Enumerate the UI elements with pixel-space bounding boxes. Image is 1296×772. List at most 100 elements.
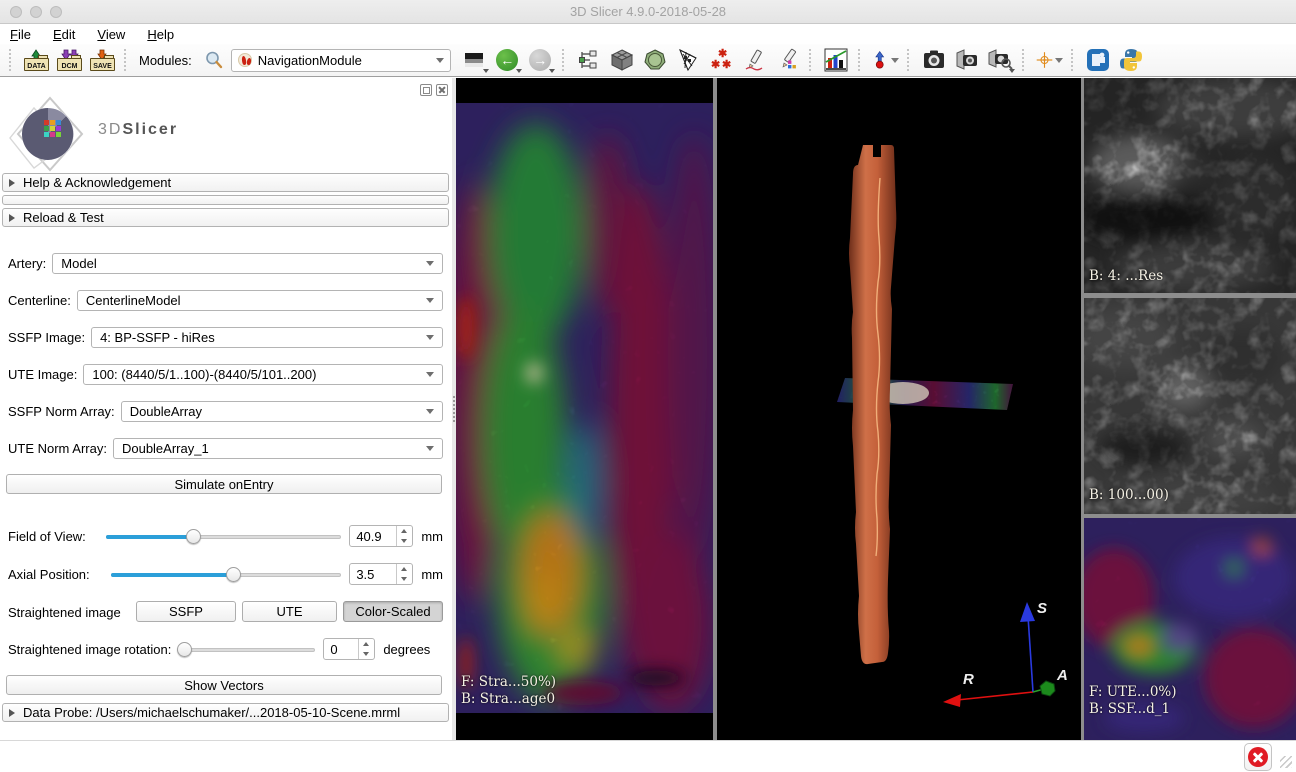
toolbar-grip[interactable] [124, 49, 130, 71]
chevron-down-icon [426, 298, 434, 303]
threed-view[interactable]: . R A S [717, 78, 1081, 740]
scene-view-button[interactable] [954, 47, 981, 73]
save-button[interactable]: SAVE [89, 47, 116, 73]
markups-button[interactable]: ✱ ✱ ✱ [708, 47, 735, 73]
toolbar-grip[interactable] [562, 49, 568, 71]
chevron-down-icon [549, 69, 555, 73]
show-vectors-button[interactable]: Show Vectors [6, 675, 442, 695]
toolbar-grip[interactable] [1071, 49, 1077, 71]
ssfp-norm-row: SSFP Norm Array: DoubleArray [8, 400, 443, 422]
field-of-view-row: Field of View: 40.9 mm [8, 525, 443, 547]
ssfp-image-combobox[interactable]: 4: BP-SSFP - hiRes [91, 327, 443, 348]
ute-norm-label: UTE Norm Array: [8, 441, 107, 456]
centerline-row: Centerline: CenterlineModel [8, 289, 443, 311]
toolbar-grip[interactable] [809, 49, 815, 71]
slice-corner-annotation: B: 100...00) [1089, 487, 1169, 504]
subject-hierarchy-button[interactable] [576, 47, 603, 73]
artery-row: Artery: Model [8, 252, 443, 274]
ute-button[interactable]: UTE [242, 601, 337, 622]
menu-edit[interactable]: Edit [53, 27, 75, 42]
spin-down-icon[interactable] [397, 574, 412, 584]
menu-file[interactable]: File [10, 27, 31, 42]
undock-panel-icon[interactable] [420, 84, 432, 96]
load-dicom-button[interactable]: DCM [56, 47, 83, 73]
spin-up-icon[interactable] [397, 526, 412, 536]
navigation-module-icon [238, 53, 252, 67]
history-back-button[interactable]: ← [494, 47, 521, 73]
crop-volume-button[interactable] [642, 47, 669, 73]
green-sphere-icon [643, 48, 667, 72]
ssfp-button[interactable]: SSFP [136, 601, 236, 622]
spin-up-icon[interactable] [397, 564, 412, 574]
main-toolbar: DATA DCM SAVE Modules: [0, 44, 1296, 77]
toolbar-grip[interactable] [858, 49, 864, 71]
toolbar-grip[interactable] [1022, 49, 1028, 71]
spin-down-icon[interactable] [359, 649, 374, 659]
screenshot-button[interactable] [921, 47, 948, 73]
vessel-model: . R A S [717, 78, 1081, 740]
help-acknowledgement-section[interactable]: Help & Acknowledgement [2, 173, 449, 192]
ute-norm-row: UTE Norm Array: DoubleArray_1 [8, 437, 443, 459]
menu-help[interactable]: Help [147, 27, 174, 42]
load-data-button[interactable]: DATA [23, 47, 50, 73]
forward-arrow-icon: → [529, 49, 551, 71]
color-scaled-button[interactable]: Color-Scaled [343, 601, 443, 622]
svg-text:✱: ✱ [722, 59, 731, 71]
centerline-combobox[interactable]: CenterlineModel [77, 290, 443, 311]
charts-button[interactable] [823, 47, 850, 73]
ute-image-combobox[interactable]: 100: (8440/5/1..100)-(8440/5/101..200) [83, 364, 443, 385]
data-probe-section[interactable]: Data Probe: /Users/michaelschumaker/...2… [2, 703, 449, 722]
extensions-manager-button[interactable] [1085, 47, 1112, 73]
module-selector-combobox[interactable]: NavigationModule [231, 49, 451, 72]
artery-combobox[interactable]: Model [52, 253, 443, 274]
axis-r-label: R [963, 671, 974, 688]
field-of-view-slider[interactable] [106, 529, 341, 544]
ute-norm-combobox[interactable]: DoubleArray_1 [113, 438, 443, 459]
spin-up-icon[interactable] [359, 639, 374, 649]
restore-scene-view-button[interactable] [987, 47, 1014, 73]
bar-chart-icon [824, 48, 848, 72]
place-point-button[interactable] [872, 47, 899, 73]
axial-position-slider[interactable] [111, 567, 341, 582]
ruler-annotation-button[interactable] [741, 47, 768, 73]
app-window: 3D Slicer 4.9.0-2018-05-28 File Edit Vie… [0, 0, 1296, 772]
module-selector-value: NavigationModule [258, 53, 430, 68]
close-panel-icon[interactable] [436, 84, 448, 96]
back-arrow-icon: ← [496, 49, 518, 71]
volume-rendering-button[interactable] [609, 47, 636, 73]
rotation-spinbox[interactable]: 0 [323, 638, 375, 660]
toolbar-grip[interactable] [9, 49, 15, 71]
yellow-slice-view[interactable]: B: 100...00) [1084, 298, 1296, 514]
resize-grip[interactable] [1280, 756, 1292, 768]
red-slice-view[interactable]: B: 4: ...Res [1084, 78, 1296, 293]
python-console-button[interactable] [1118, 47, 1145, 73]
transform-grid-icon [676, 48, 700, 72]
chevron-down-icon [483, 69, 489, 73]
chevron-down-icon [426, 335, 434, 340]
crosshair-button[interactable] [1036, 47, 1063, 73]
transforms-button[interactable] [675, 47, 702, 73]
straightened-image-label: Straightened image [8, 605, 121, 620]
python-icon [1119, 48, 1143, 72]
history-forward-button[interactable]: → [527, 47, 554, 73]
ute-image-row: UTE Image: 100: (8440/5/1..100)-(8440/5/… [8, 363, 443, 385]
error-log-button[interactable] [1244, 743, 1272, 771]
annotations-button[interactable] [774, 47, 801, 73]
rotation-slider[interactable] [177, 642, 315, 657]
reload-test-section[interactable]: Reload & Test [2, 208, 449, 227]
artery-label: Artery: [8, 256, 46, 271]
green-slice-view[interactable]: F: UTE...0%) B: SSF...d_1 [1084, 518, 1296, 740]
view-layout: F: Stra...50%) B: Stra...age0 [456, 78, 1296, 740]
module-search-button[interactable] [201, 47, 228, 73]
field-of-view-spinbox[interactable]: 40.9 [349, 525, 413, 547]
straightened-slice-view[interactable]: F: Stra...50%) B: Stra...age0 [456, 78, 713, 740]
slicer-logo: 3DSlicer [4, 94, 178, 172]
toolbar-grip[interactable] [907, 49, 913, 71]
volume-cube-icon [610, 48, 634, 72]
ssfp-norm-combobox[interactable]: DoubleArray [121, 401, 443, 422]
axial-position-spinbox[interactable]: 3.5 [349, 563, 413, 585]
menu-view[interactable]: View [97, 27, 125, 42]
layout-selector-button[interactable] [461, 47, 488, 73]
spin-down-icon[interactable] [397, 536, 412, 546]
simulate-onentry-button[interactable]: Simulate onEntry [6, 474, 442, 494]
